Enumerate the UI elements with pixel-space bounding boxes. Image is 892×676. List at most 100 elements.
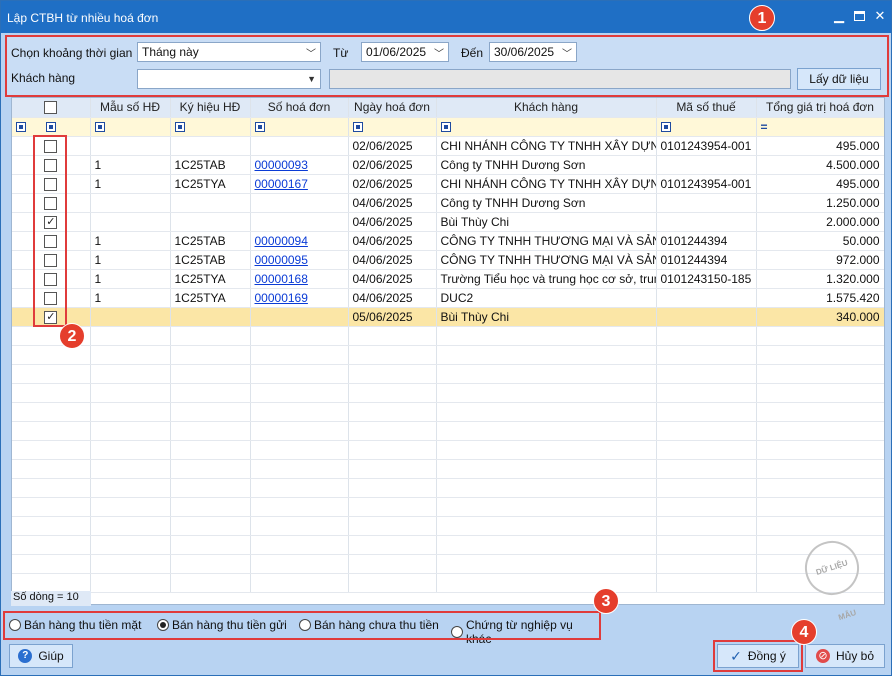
maximize-icon[interactable] [854,11,865,21]
empty-cell [12,345,91,365]
cell-kh: Trường Tiểu học và trung học cơ sở, trun… [436,269,657,289]
invoice-number-link[interactable]: 00000169 [255,291,308,305]
empty-cell [250,364,349,384]
empty-cell [436,459,657,479]
cell-mau: 1 [90,250,171,270]
cell-kyhieu: 1C25TYA [170,174,251,194]
cell-tong: 1.320.000 [756,269,884,289]
invoice-number-link[interactable]: 00000168 [255,272,308,286]
empty-cell [250,516,349,536]
table-row[interactable]: 1 1C25TAB 00000094 04/06/2025 CÔNG TY TNHH T… [12,231,884,251]
cancel-button[interactable]: ⊘ Hủy bỏ [805,644,885,668]
empty-cell [170,383,251,403]
empty-cell [756,497,884,517]
empty-row [12,459,884,479]
cell-ngay: 04/06/2025 [348,231,437,251]
invoice-number-link[interactable]: 00000167 [255,177,308,191]
table-row[interactable]: 04/06/2025 Công ty TNHH Dương Sơn 1.250.00… [12,193,884,213]
cell-mst [656,307,757,327]
empty-cell [170,535,251,555]
col-header-kyhieu[interactable]: Ký hiệu HĐ [170,98,251,118]
empty-cell [250,459,349,479]
empty-cell [250,383,349,403]
filter-icon[interactable] [440,122,451,133]
cell-ngay: 04/06/2025 [348,212,437,232]
cell-kyhieu [170,307,251,327]
empty-cell [436,497,657,517]
empty-cell [12,440,91,460]
table-row[interactable]: 1 1C25TAB 00000093 02/06/2025 Công ty TNHH D… [12,155,884,175]
empty-row [12,364,884,384]
empty-cell [170,421,251,441]
minimize-icon[interactable]: ▁ [832,9,846,23]
empty-cell [250,573,349,593]
filter-icon[interactable] [46,122,57,133]
filter-icon[interactable] [174,122,185,133]
filter-icon[interactable] [254,122,265,133]
cell-mst: 0101243954-001 [656,174,757,194]
cell-kh: CHI NHÁNH CÔNG TY TNHH XÂY DỰN [436,174,657,194]
empty-cell [250,402,349,422]
cell-so: 00000169 [250,288,349,308]
col-header-mst[interactable]: Mã số thuế [656,98,757,118]
cell-mst: 0101244394 [656,250,757,270]
cell-kyhieu: 1C25TAB [170,155,251,175]
empty-cell [436,402,657,422]
empty-cell [90,402,171,422]
col-header-khachhang[interactable]: Khách hàng [436,98,657,118]
empty-cell [348,497,437,517]
invoice-number-link[interactable]: 00000093 [255,158,308,172]
empty-row [12,516,884,536]
table-row[interactable]: 1 1C25TYA 00000168 04/06/2025 Trường Tiểu họ… [12,269,884,289]
empty-cell [170,345,251,365]
cell-so: 00000167 [250,174,349,194]
table-row[interactable]: 05/06/2025Bùi Thùy Chi 340.000 [12,307,884,327]
empty-cell [656,516,757,536]
empty-cell [348,326,437,346]
empty-cell [436,516,657,536]
filter-icon[interactable] [660,122,671,133]
cell-so: 00000093 [250,155,349,175]
col-header-so[interactable]: Số hoá đơn [250,98,349,118]
empty-cell [170,554,251,574]
col-header-mau[interactable]: Mẫu số HĐ [90,98,171,118]
select-all-checkbox[interactable] [44,101,58,115]
empty-cell [348,440,437,460]
col-header-ngay[interactable]: Ngày hoá đơn [348,98,437,118]
cell-so [250,193,349,213]
filter-icon[interactable] [94,122,105,133]
cell-so [250,307,349,327]
filter-icon[interactable] [16,122,26,133]
empty-row [12,440,884,460]
highlight-box-3 [3,611,601,640]
cell-mau: 1 [90,155,171,175]
filter-icon[interactable] [352,122,363,133]
invoice-number-link[interactable]: 00000094 [255,234,308,248]
empty-cell [12,573,91,593]
highlight-box-4 [713,640,803,672]
cell-ngay: 04/06/2025 [348,269,437,289]
close-icon[interactable]: ✕ [873,9,887,23]
cell-tong: 1.575.420 [756,288,884,308]
table-row[interactable]: 02/06/2025 CHI NHÁNH CÔNG TY TNHH XÂY DỰN… [12,136,884,156]
help-button[interactable]: ? Giúp [9,644,73,668]
invoice-number-link[interactable]: 00000095 [255,253,308,267]
cell-ngay: 04/06/2025 [348,250,437,270]
filter-operator-equals[interactable]: = [761,120,768,134]
cell-tong: 972.000 [756,250,884,270]
header-row: Mẫu số HĐ Ký hiệu HĐ Số hoá đơn Ngày hoá… [12,98,884,118]
header-select-all[interactable] [12,98,91,118]
empty-cell [170,497,251,517]
table-row[interactable]: 1 1C25TYA 00000169 04/06/2025 DUC2 1.575.420 [12,288,884,308]
table-row[interactable]: 1 1C25TAB 00000095 04/06/2025 CÔNG TY TNHH T… [12,250,884,270]
cell-tong: 4.500.000 [756,155,884,175]
empty-cell [170,402,251,422]
empty-cell [348,383,437,403]
empty-cell [170,573,251,593]
table-row[interactable]: 04/06/2025Bùi Thùy Chi 2.000.000 [12,212,884,232]
col-header-tong[interactable]: Tổng giá trị hoá đơn [756,98,884,118]
empty-row [12,421,884,441]
empty-cell [250,345,349,365]
table-row[interactable]: 1 1C25TYA 00000167 02/06/2025 CHI NHÁNH CÔNG… [12,174,884,194]
empty-cell [90,364,171,384]
